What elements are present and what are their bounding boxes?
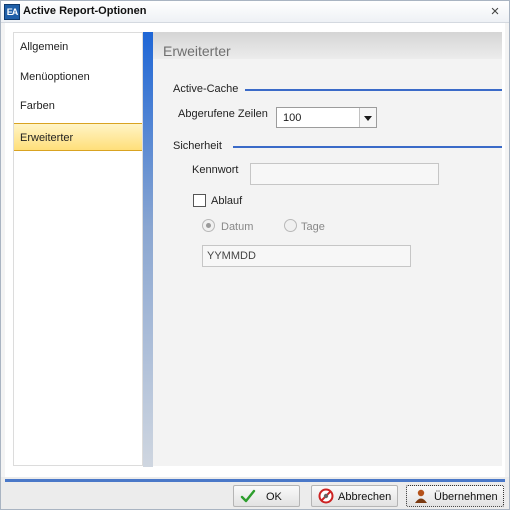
footer-divider (5, 479, 505, 482)
expiry-label: Ablauf (211, 195, 243, 207)
cancel-button[interactable]: Abbrechen (311, 485, 398, 507)
title-bar: EA Active Report-Optionen × (1, 1, 509, 23)
section-label-cache: Active-Cache (173, 83, 239, 95)
sidebar-item-menueoptionen[interactable]: Menüoptionen (14, 63, 142, 91)
apply-label: Übernehmen (434, 491, 498, 503)
panel-divider (143, 32, 153, 467)
rows-label: Abgerufene Zeilen (178, 108, 268, 120)
section-divider-security (233, 146, 502, 148)
section-label-security: Sicherheit (173, 140, 222, 152)
ok-button[interactable]: OK (233, 485, 300, 507)
sidebar-item-farben[interactable]: Farben (14, 92, 142, 120)
options-dialog: EA Active Report-Optionen × Allgemein Me… (0, 0, 510, 510)
apply-button[interactable]: Übernehmen (406, 485, 504, 507)
radio-tage-label: Tage (301, 221, 325, 233)
sidebar-item-erweiterter[interactable]: Erweiterter (14, 123, 142, 151)
sidebar-item-allgemein[interactable]: Allgemein (14, 33, 142, 61)
rows-select-value: 100 (283, 112, 302, 124)
cancel-label: Abbrechen (338, 491, 392, 503)
app-icon: EA (4, 4, 20, 20)
password-label: Kennwort (192, 164, 239, 176)
settings-panel: Erweiterter Active-Cache Abgerufene Zeil… (153, 32, 502, 466)
password-field[interactable] (250, 163, 439, 185)
ok-label: OK (266, 491, 282, 503)
category-list: Allgemein Menüoptionen Farben Erweiterte… (13, 32, 143, 466)
button-bar: OK Abbrechen Übernehmen (1, 477, 509, 509)
expiry-checkbox[interactable] (193, 194, 206, 207)
rows-select[interactable]: 100 (276, 107, 377, 128)
checkmark-icon (240, 489, 256, 503)
chevron-down-icon[interactable] (359, 108, 376, 127)
close-icon[interactable]: × (487, 4, 503, 20)
no-entry-icon (318, 488, 334, 504)
dialog-body: Allgemein Menüoptionen Farben Erweiterte… (5, 23, 505, 477)
panel-header: Erweiterter (153, 32, 502, 59)
radio-datum[interactable] (202, 219, 215, 232)
section-divider-cache (245, 89, 502, 91)
radio-datum-label: Datum (221, 221, 254, 233)
date-format-field[interactable]: YYMMDD (202, 245, 411, 267)
date-format-value: YYMMDD (207, 250, 256, 262)
window-title: Active Report-Optionen (23, 5, 147, 17)
radio-tage[interactable] (284, 219, 297, 232)
person-icon (415, 489, 427, 503)
panel-title: Erweiterter (163, 43, 231, 59)
